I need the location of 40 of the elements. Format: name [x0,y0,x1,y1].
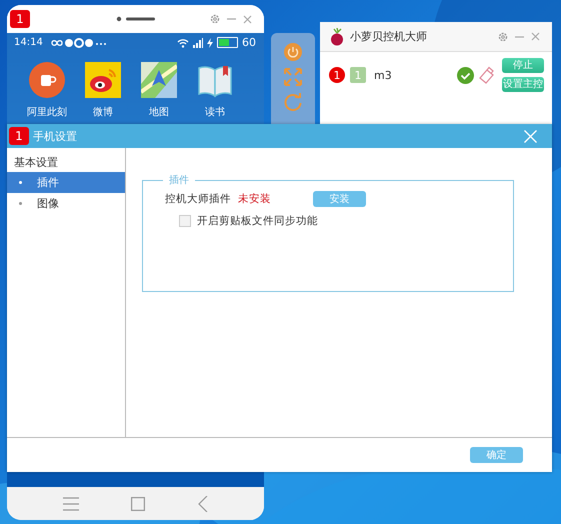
home-square-icon[interactable] [131,496,146,510]
app-label[interactable]: 地图 [149,105,169,119]
number-badge: 1 [9,127,29,145]
plugin-status: 未安装 [238,192,271,206]
signal-icon [193,38,203,48]
menu-icon[interactable] [63,496,80,510]
power-icon[interactable] [284,43,302,61]
sidebar-item[interactable]: 插件 [7,172,125,193]
close-icon[interactable] [243,14,252,24]
dialog-title: 手机设置 [33,128,77,144]
sidebar-heading: 基本设置 [13,155,59,171]
back-icon[interactable] [198,496,208,512]
settings-icon[interactable] [498,32,508,42]
group-legend: 插件 [163,173,195,187]
app-label[interactable]: 阿里此刻 [27,105,67,119]
eye-app-icon[interactable] [85,62,121,98]
charging-icon [207,38,213,48]
map-app-icon[interactable] [141,62,177,98]
number-badge: 1 [10,10,30,28]
drag-handle-icon [116,16,156,22]
sidebar-item[interactable]: 图像 [7,193,125,214]
app-label[interactable]: 微博 [93,105,113,119]
cup-app-icon[interactable] [29,62,65,98]
wifi-icon [177,38,189,48]
usb-drive-icon [478,66,494,84]
device-number-badge: 1 [329,67,345,83]
checkbox[interactable] [179,215,191,227]
battery-icon [217,37,238,48]
close-icon[interactable] [531,32,540,41]
plugin-label: 控机大师插件 [165,192,231,206]
battery-percent: 60 [242,36,256,49]
window-title: 小萝贝控机大师 [350,29,427,44]
settings-icon[interactable] [210,14,220,24]
device-name: m3 [374,68,393,82]
status-time: 14:14 [14,37,43,48]
checkbox-label: 开启剪贴板文件同步功能 [197,214,318,228]
beet-logo-icon [330,28,344,46]
group-badge: 1 [350,67,366,83]
app-label[interactable]: 读书 [205,105,225,119]
notification-icons [50,38,109,48]
